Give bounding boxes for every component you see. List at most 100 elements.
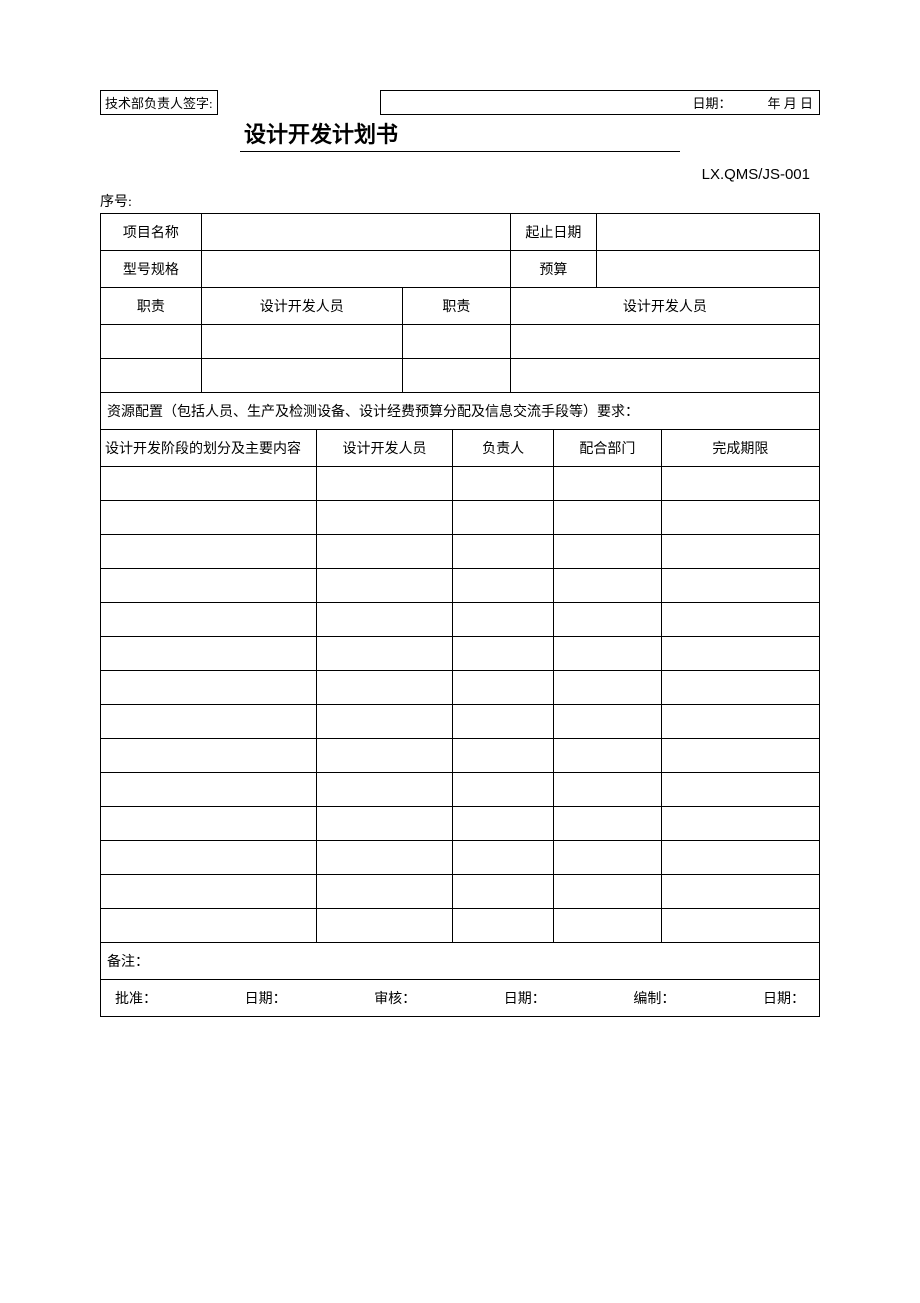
budget-label: 预算 — [510, 251, 596, 288]
responsible-cell[interactable] — [453, 535, 554, 569]
deadline-cell[interactable] — [661, 501, 819, 535]
person-cell[interactable] — [316, 603, 453, 637]
person-cell[interactable] — [316, 841, 453, 875]
stage-header-responsible: 负责人 — [453, 430, 554, 467]
dept-cell[interactable] — [553, 501, 661, 535]
deadline-cell[interactable] — [661, 807, 819, 841]
deadline-cell[interactable] — [661, 773, 819, 807]
responsible-cell[interactable] — [453, 637, 554, 671]
person-cell[interactable] — [316, 569, 453, 603]
person-cell[interactable] — [316, 535, 453, 569]
responsible-cell[interactable] — [453, 875, 554, 909]
responsible-cell[interactable] — [453, 773, 554, 807]
table-row — [101, 637, 820, 671]
sequence-label: 序号: — [100, 191, 820, 211]
stage-cell[interactable] — [101, 569, 317, 603]
duty-cell-2[interactable] — [402, 359, 510, 393]
remark-cell[interactable]: 备注： — [101, 943, 820, 980]
stage-cell[interactable] — [101, 841, 317, 875]
responsible-cell[interactable] — [453, 841, 554, 875]
dept-cell[interactable] — [553, 603, 661, 637]
dept-cell[interactable] — [553, 909, 661, 943]
main-form-table: 项目名称 起止日期 型号规格 预算 职责 设计开发人员 职责 设计开发人员 资源… — [100, 213, 820, 1017]
model-label: 型号规格 — [101, 251, 202, 288]
row-footer: 批准： 日期： 审核： 日期： 编制： 日期： — [101, 980, 820, 1017]
dev-person-cell[interactable] — [201, 359, 402, 393]
person-cell[interactable] — [316, 909, 453, 943]
responsible-cell[interactable] — [453, 569, 554, 603]
person-cell[interactable] — [316, 671, 453, 705]
row-duty-2 — [101, 359, 820, 393]
responsible-cell[interactable] — [453, 705, 554, 739]
person-cell[interactable] — [316, 875, 453, 909]
dept-cell[interactable] — [553, 773, 661, 807]
dept-cell[interactable] — [553, 467, 661, 501]
deadline-cell[interactable] — [661, 909, 819, 943]
dev-person-cell-2[interactable] — [510, 359, 819, 393]
deadline-cell[interactable] — [661, 535, 819, 569]
person-cell[interactable] — [316, 705, 453, 739]
dept-cell[interactable] — [553, 535, 661, 569]
row-stage-header: 设计开发阶段的划分及主要内容 设计开发人员 负责人 配合部门 完成期限 — [101, 430, 820, 467]
deadline-cell[interactable] — [661, 705, 819, 739]
dev-person-cell[interactable] — [201, 325, 402, 359]
stage-cell[interactable] — [101, 909, 317, 943]
date-range-value[interactable] — [597, 214, 820, 251]
model-value[interactable] — [201, 251, 510, 288]
person-cell[interactable] — [316, 467, 453, 501]
person-cell[interactable] — [316, 807, 453, 841]
project-name-label: 项目名称 — [101, 214, 202, 251]
dept-cell[interactable] — [553, 705, 661, 739]
compile-label: 编制： — [633, 988, 675, 1008]
dept-cell[interactable] — [553, 841, 661, 875]
dev-person-cell-2[interactable] — [510, 325, 819, 359]
responsible-cell[interactable] — [453, 671, 554, 705]
dept-cell[interactable] — [553, 807, 661, 841]
project-name-value[interactable] — [201, 214, 510, 251]
person-cell[interactable] — [316, 739, 453, 773]
dept-cell[interactable] — [553, 671, 661, 705]
budget-value[interactable] — [597, 251, 820, 288]
deadline-cell[interactable] — [661, 841, 819, 875]
dept-cell[interactable] — [553, 569, 661, 603]
stage-cell[interactable] — [101, 603, 317, 637]
date-label: 日期： — [692, 93, 731, 112]
table-row — [101, 773, 820, 807]
duty-cell-2[interactable] — [402, 325, 510, 359]
stage-cell[interactable] — [101, 875, 317, 909]
dept-cell[interactable] — [553, 637, 661, 671]
stage-cell[interactable] — [101, 501, 317, 535]
deadline-cell[interactable] — [661, 569, 819, 603]
stage-cell[interactable] — [101, 535, 317, 569]
deadline-cell[interactable] — [661, 875, 819, 909]
approve-label: 批准： — [115, 988, 157, 1008]
deadline-cell[interactable] — [661, 603, 819, 637]
deadline-cell[interactable] — [661, 467, 819, 501]
deadline-cell[interactable] — [661, 637, 819, 671]
duty-cell[interactable] — [101, 325, 202, 359]
dept-cell[interactable] — [553, 875, 661, 909]
stage-cell[interactable] — [101, 467, 317, 501]
deadline-cell[interactable] — [661, 739, 819, 773]
person-cell[interactable] — [316, 773, 453, 807]
stage-cell[interactable] — [101, 671, 317, 705]
responsible-cell[interactable] — [453, 603, 554, 637]
deadline-cell[interactable] — [661, 671, 819, 705]
stage-cell[interactable] — [101, 773, 317, 807]
table-row — [101, 909, 820, 943]
stage-header-person: 设计开发人员 — [316, 430, 453, 467]
person-cell[interactable] — [316, 501, 453, 535]
responsible-cell[interactable] — [453, 739, 554, 773]
responsible-cell[interactable] — [453, 467, 554, 501]
resource-config-cell[interactable]: 资源配置（包括人员、生产及检测设备、设计经费预算分配及信息交流手段等）要求： — [101, 393, 820, 430]
dept-cell[interactable] — [553, 739, 661, 773]
person-cell[interactable] — [316, 637, 453, 671]
responsible-cell[interactable] — [453, 909, 554, 943]
stage-cell[interactable] — [101, 637, 317, 671]
responsible-cell[interactable] — [453, 501, 554, 535]
stage-cell[interactable] — [101, 705, 317, 739]
stage-cell[interactable] — [101, 807, 317, 841]
duty-cell[interactable] — [101, 359, 202, 393]
stage-cell[interactable] — [101, 739, 317, 773]
responsible-cell[interactable] — [453, 807, 554, 841]
